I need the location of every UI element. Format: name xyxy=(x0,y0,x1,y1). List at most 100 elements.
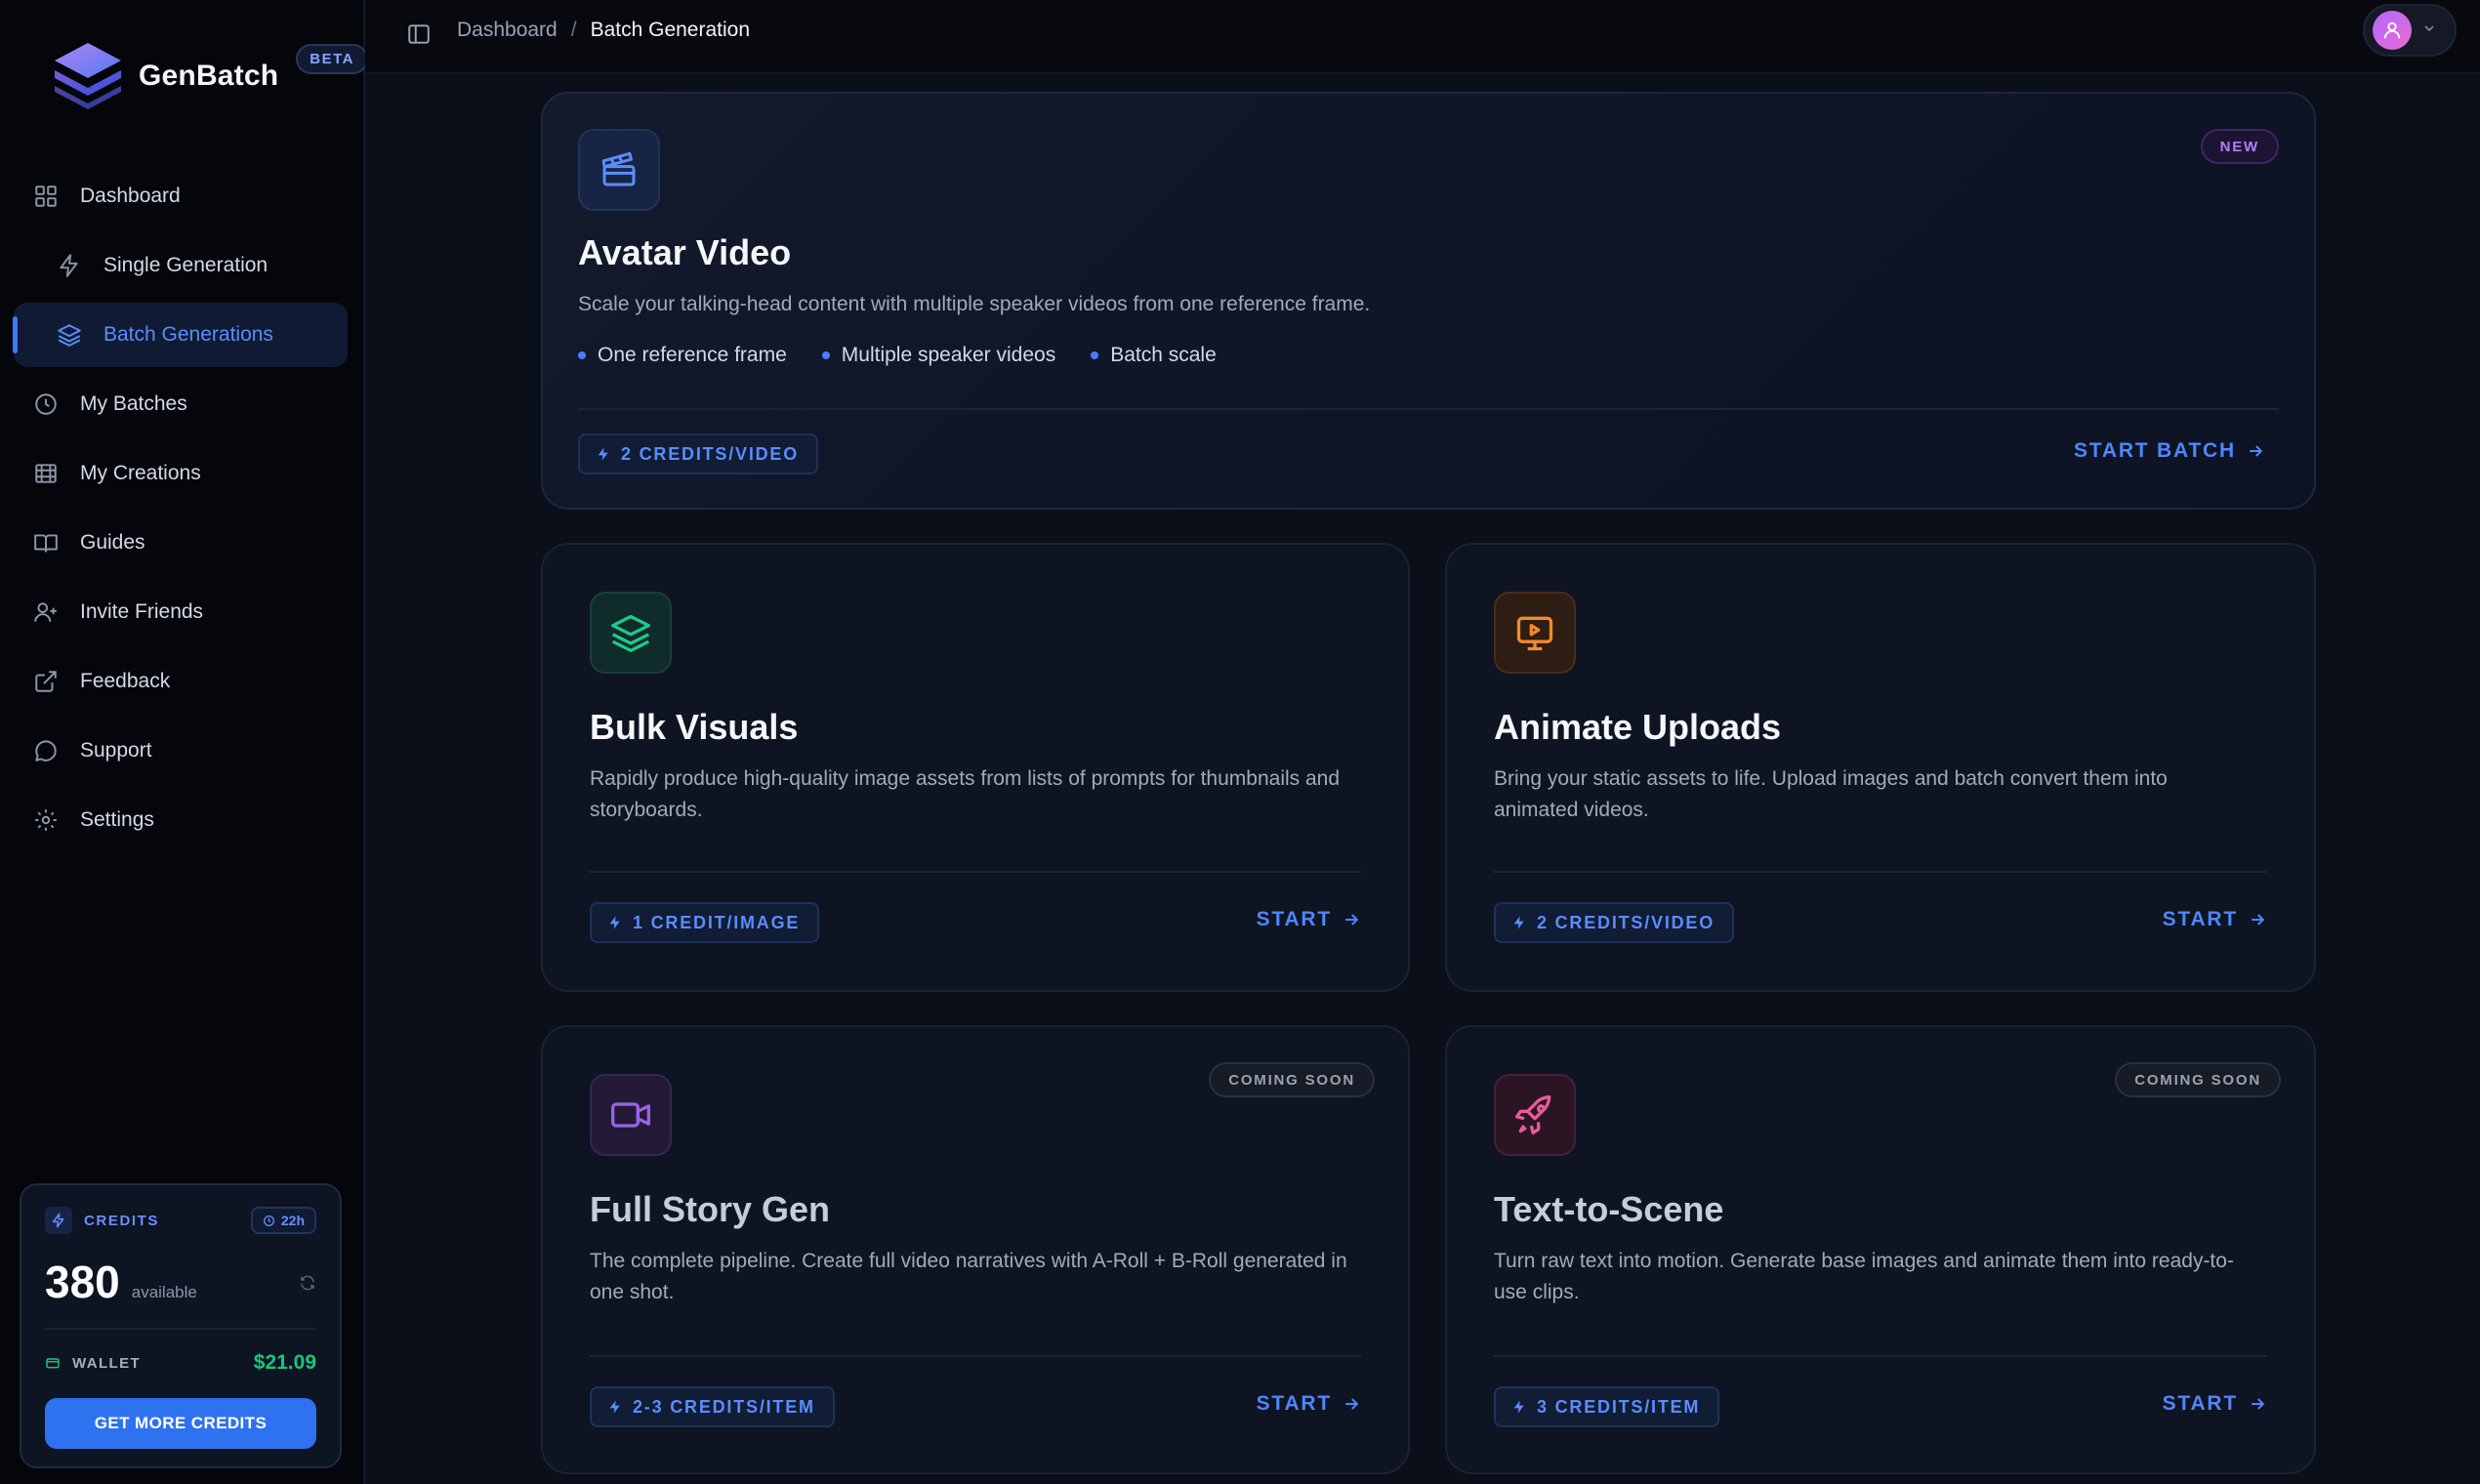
card-title: Full Story Gen xyxy=(590,1189,831,1229)
sidebar-item-label: Support xyxy=(80,739,152,762)
card-divider xyxy=(1494,1355,2267,1357)
sidebar-item-label: Batch Generations xyxy=(103,323,273,346)
new-badge: NEW xyxy=(2200,129,2279,164)
main-content: Dashboard / Batch Generation NEW Avatar … xyxy=(365,0,2480,1484)
start-label: START xyxy=(2162,1392,2238,1415)
feature-text: Batch scale xyxy=(1110,344,1217,366)
card-animate-uploads[interactable]: Animate Uploads Bring your static assets… xyxy=(1445,543,2316,992)
card-description: Turn raw text into motion. Generate base… xyxy=(1494,1250,2234,1303)
card-description: The complete pipeline. Create full video… xyxy=(590,1250,1347,1303)
topbar: Dashboard / Batch Generation xyxy=(365,0,2480,74)
sidebar-item-invite-friends[interactable]: Invite Friends xyxy=(14,580,348,644)
credit-cost-text: 1 CREDIT/IMAGE xyxy=(633,912,801,932)
feature-list: One reference frame Multiple speaker vid… xyxy=(578,344,1252,367)
credit-cost-chip: 1 CREDIT/IMAGE xyxy=(590,902,820,943)
start-button[interactable]: START xyxy=(1257,908,1361,931)
sidebar-item-my-creations[interactable]: My Creations xyxy=(14,441,348,506)
layers-icon xyxy=(57,322,82,348)
feature-text: One reference frame xyxy=(598,344,787,366)
brand-name: GenBatch xyxy=(139,60,279,92)
get-more-credits-button[interactable]: GET MORE CREDITS xyxy=(45,1398,316,1449)
sidebar-item-settings[interactable]: Settings xyxy=(14,788,348,852)
feature-text: Multiple speaker videos xyxy=(841,344,1056,366)
start-label: START xyxy=(1256,1392,1332,1415)
chevron-down-icon xyxy=(2421,21,2437,41)
credit-cost-chip: 3 CREDITS/ITEM xyxy=(1494,1386,1720,1427)
logo-icon xyxy=(55,43,121,109)
credit-cost-chip: 2-3 CREDITS/ITEM xyxy=(590,1386,835,1427)
clock-icon xyxy=(33,392,59,417)
credits-timer-text: 22h xyxy=(280,1213,305,1228)
sidebar-item-label: Invite Friends xyxy=(80,600,204,623)
start-button[interactable]: START xyxy=(2163,1392,2267,1416)
arrow-right-icon xyxy=(2252,1398,2265,1410)
start-button[interactable]: START xyxy=(1257,1392,1361,1416)
user-menu[interactable] xyxy=(2363,4,2457,57)
credits-card: CREDITS 22h 380 available WALLET $21.09 … xyxy=(20,1183,342,1468)
coming-soon-badge: COMING SOON xyxy=(1209,1062,1375,1097)
breadcrumb: Dashboard / Batch Generation xyxy=(457,0,750,61)
breadcrumb-dashboard[interactable]: Dashboard xyxy=(457,19,558,42)
avatar xyxy=(2373,11,2412,50)
feature-item: Multiple speaker videos xyxy=(821,344,1056,367)
bolt-icon xyxy=(598,447,608,461)
credits-divider xyxy=(45,1328,316,1330)
video-camera-icon xyxy=(590,1074,672,1156)
user-icon xyxy=(2383,21,2401,39)
card-bulk-visuals[interactable]: Bulk Visuals Rapidly produce high-qualit… xyxy=(541,543,1410,992)
sidebar-item-feedback[interactable]: Feedback xyxy=(14,649,348,714)
card-text-to-scene[interactable]: COMING SOON Text-to-Scene Turn raw text … xyxy=(1445,1025,2316,1474)
sidebar-item-single-generation[interactable]: Single Generation xyxy=(14,233,348,298)
credits-label-text: CREDITS xyxy=(84,1212,160,1229)
card-divider xyxy=(590,871,1361,873)
sidebar-item-dashboard[interactable]: Dashboard xyxy=(14,164,348,228)
card-title: Bulk Visuals xyxy=(590,707,799,747)
card-avatar-video[interactable]: NEW Avatar Video Scale your talking-head… xyxy=(541,92,2316,510)
bolt-icon xyxy=(1513,1400,1524,1414)
credits-timer: 22h xyxy=(250,1207,316,1234)
wallet-value: $21.09 xyxy=(253,1351,316,1374)
sidebar-nav: Dashboard Single Generation Batch Genera… xyxy=(13,164,348,857)
brand[interactable]: GenBatch BETA xyxy=(47,35,369,117)
arrow-right-icon xyxy=(1345,1398,1359,1410)
card-divider xyxy=(590,1355,1361,1357)
book-icon xyxy=(33,530,59,556)
sidebar-toggle-icon[interactable] xyxy=(402,18,435,51)
arrow-right-icon xyxy=(2252,914,2265,926)
user-plus-icon xyxy=(33,599,59,625)
wallet-label-text: WALLET xyxy=(72,1354,142,1372)
credits-label: CREDITS xyxy=(45,1207,159,1234)
card-full-story-gen[interactable]: COMING SOON Full Story Gen The complete … xyxy=(541,1025,1410,1474)
rocket-icon xyxy=(1494,1074,1576,1156)
bolt-icon xyxy=(45,1207,72,1234)
card-title: Animate Uploads xyxy=(1494,707,1782,747)
credits-available-label: available xyxy=(131,1283,197,1301)
arrow-right-icon xyxy=(2250,445,2263,457)
start-button[interactable]: START xyxy=(2163,908,2267,931)
sidebar-item-guides[interactable]: Guides xyxy=(14,511,348,575)
card-divider xyxy=(1494,871,2267,873)
layers-icon xyxy=(590,592,672,674)
start-label: START xyxy=(1256,908,1332,930)
sidebar-item-label: Dashboard xyxy=(80,185,181,207)
credit-cost-chip: 2 CREDITS/VIDEO xyxy=(1494,902,1735,943)
breadcrumb-separator: / xyxy=(570,19,577,41)
credit-cost-text: 2-3 CREDITS/ITEM xyxy=(633,1396,815,1417)
bolt-icon xyxy=(609,916,620,929)
gear-icon xyxy=(33,807,59,833)
start-label: START xyxy=(2162,908,2238,930)
sidebar-item-support[interactable]: Support xyxy=(14,719,348,783)
feature-item: Batch scale xyxy=(1091,344,1217,367)
credit-cost-chip: 2 CREDITS/VIDEO xyxy=(578,433,819,474)
card-title: Avatar Video xyxy=(578,232,792,272)
breadcrumb-current: Batch Generation xyxy=(590,19,751,41)
start-batch-button[interactable]: START BATCH xyxy=(2074,439,2265,463)
external-link-icon xyxy=(33,669,59,694)
card-title: Text-to-Scene xyxy=(1494,1189,1724,1229)
feature-item: One reference frame xyxy=(578,344,787,367)
sidebar-item-batch-generations[interactable]: Batch Generations xyxy=(13,303,348,367)
clock-icon xyxy=(263,1215,274,1226)
sidebar-item-my-batches[interactable]: My Batches xyxy=(14,372,348,436)
card-description: Bring your static assets to life. Upload… xyxy=(1494,767,2168,821)
refresh-icon[interactable] xyxy=(299,1274,316,1297)
